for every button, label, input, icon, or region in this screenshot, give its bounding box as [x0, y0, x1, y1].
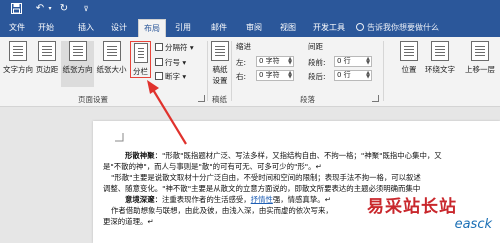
- spacing-after-value: 0 行: [337, 71, 351, 79]
- title-bar: ↶ ▾ ↻ ⊽: [0, 0, 500, 19]
- ribbon-tabs: 文件 开始 插入 设计 布局 引用 邮件 审阅 视图 开发工具 告诉我你想要做什…: [0, 19, 500, 37]
- doc-line-1-text: ："形散"既指题材广泛、写法多样，又指结构自由、不拘一格；"神聚"既指中心集中，…: [154, 151, 442, 160]
- draft-label-line2: 设置: [212, 76, 228, 85]
- spacing-before-input[interactable]: 0 行 ▲ ▼: [334, 56, 372, 67]
- paragraph-group-label: 段落: [300, 95, 315, 104]
- margins-label: 页边距: [35, 65, 59, 74]
- save-icon[interactable]: [10, 3, 22, 15]
- tab-file[interactable]: 文件: [6, 19, 28, 37]
- indent-title: 缩进: [236, 42, 251, 51]
- paragraph-launcher-icon[interactable]: [372, 95, 379, 102]
- indent-right-input[interactable]: 0 字符 ▲ ▼: [256, 70, 294, 81]
- orientation-label: 纸张方向: [62, 65, 93, 74]
- tell-me-text: 告诉我你想要做什么: [367, 23, 439, 32]
- tab-review[interactable]: 审阅: [242, 19, 266, 37]
- annotation-highlight-box: [130, 41, 151, 78]
- doc-line-6: 作者借助想象与联想，由此及彼，由浅入深，由实而虚的依次写来，: [111, 206, 333, 215]
- spacing-before-value: 0 行: [337, 57, 351, 65]
- wrap-text-label: 环绕文字: [425, 65, 455, 74]
- tab-insert[interactable]: 插入: [74, 19, 98, 37]
- tell-me-search[interactable]: 告诉我你想要做什么: [356, 19, 439, 37]
- breaks-icon: [155, 43, 163, 51]
- page-setup-group-label: 页面设置: [78, 95, 108, 104]
- indent-left-input[interactable]: 0 字符 ▲ ▼: [256, 56, 294, 67]
- wrap-text-icon: [431, 41, 449, 61]
- draft-group-label: 稿纸: [212, 95, 227, 104]
- orientation-icon: [68, 41, 87, 61]
- text-direction-icon: [9, 41, 27, 61]
- group-separator: [383, 41, 384, 101]
- tab-design[interactable]: 设计: [107, 19, 131, 37]
- line-numbers-button[interactable]: 行号 ▾: [155, 57, 186, 68]
- document-area: 形散神聚："形散"既指题材广泛、写法多样，又指结构自由、不拘一格；"神聚"既指中…: [0, 107, 500, 243]
- indent-right-label: 右:: [236, 72, 247, 81]
- bring-forward-icon: [471, 41, 489, 61]
- doc-line-7: 更深的道理。↵: [103, 217, 154, 226]
- hyphenation-label: 断字: [165, 72, 180, 81]
- spin-arrows-icon[interactable]: ▲ ▼: [366, 71, 370, 80]
- draft-settings-button[interactable]: 稿纸 设置: [208, 41, 232, 87]
- tab-developer[interactable]: 开发工具: [309, 19, 349, 37]
- heading-form-scatter: 形散神聚: [125, 151, 155, 160]
- doc-line-5-text-b: 强，情感真挚。↵: [272, 195, 331, 204]
- size-label: 纸张大小: [96, 65, 127, 74]
- hyphenation-button[interactable]: 断字 ▾: [155, 71, 186, 82]
- spacing-after-input[interactable]: 0 行 ▲ ▼: [334, 70, 372, 81]
- position-label: 位置: [401, 65, 417, 74]
- indent-right-value: 0 字符: [259, 71, 280, 79]
- size-icon: [102, 41, 121, 61]
- spacing-before-label: 段前:: [308, 58, 326, 67]
- tab-view[interactable]: 视图: [276, 19, 300, 37]
- undo-dropdown-icon[interactable]: ▾: [44, 3, 56, 15]
- breaks-button[interactable]: 分隔符 ▾: [155, 42, 194, 53]
- spin-arrows-icon[interactable]: ▲ ▼: [288, 57, 292, 66]
- wrap-text-button[interactable]: 环绕文字: [423, 41, 457, 87]
- indent-left-value: 0 字符: [259, 57, 280, 65]
- redo-icon[interactable]: ↻: [58, 3, 70, 15]
- ribbon-layout: 文字方向 页边距 纸张方向 纸张大小 分栏 分隔符 ▾ 行号 ▾ 断字 ▾ 页面…: [0, 37, 500, 107]
- document-page[interactable]: 形散神聚："形散"既指题材广泛、写法多样，又指结构自由、不拘一格；"神聚"既指中…: [93, 121, 500, 243]
- lyricism-link[interactable]: 抒情性: [251, 195, 273, 204]
- doc-line-3: "形散"主要是说散文取材十分广泛自由，不受时间和空间的限制；表现手法不拘一格，可…: [111, 173, 421, 182]
- orientation-button[interactable]: 纸张方向: [61, 41, 94, 87]
- indent-left-label: 左:: [236, 58, 247, 67]
- draft-label-line1: 稿纸: [212, 65, 228, 74]
- customize-qat-icon[interactable]: ⊽: [80, 3, 92, 15]
- spacing-title: 间距: [308, 42, 323, 51]
- position-button[interactable]: 位置: [398, 41, 420, 87]
- size-button[interactable]: 纸张大小: [95, 41, 128, 87]
- margin-corner-mark: [115, 133, 124, 142]
- margins-icon: [38, 41, 56, 61]
- heading-deep-mood: 意境深邃: [125, 195, 155, 204]
- doc-line-5-text-a: ：注重表现作者的生活感受，: [154, 195, 251, 204]
- tab-layout[interactable]: 布局: [138, 19, 166, 37]
- doc-line-4: 调整、随意变化。"神不散"主要是从散文的立意方面说的，即散文所要表达的主题必须明…: [103, 184, 421, 193]
- bring-forward-button[interactable]: 上移一层: [461, 41, 499, 87]
- text-direction-label: 文字方向: [3, 65, 33, 74]
- tab-home[interactable]: 开始: [34, 19, 58, 37]
- page-setup-launcher-icon[interactable]: [198, 95, 205, 102]
- margins-button[interactable]: 页边距: [34, 41, 60, 87]
- doc-line-1: 形散神聚："形散"既指题材广泛、写法多样，又指结构自由、不拘一格；"神聚"既指中…: [125, 151, 442, 161]
- bring-forward-label: 上移一层: [465, 65, 495, 74]
- spacing-after-label: 段后:: [308, 72, 326, 81]
- draft-paper-icon: [211, 41, 229, 61]
- doc-line-5: 意境深邃：注重表现作者的生活感受，抒情性强，情感真挚。↵: [125, 195, 331, 205]
- text-direction-button[interactable]: 文字方向: [2, 41, 34, 87]
- spin-arrows-icon[interactable]: ▲ ▼: [366, 57, 370, 66]
- line-numbers-label: 行号: [165, 58, 180, 67]
- breaks-label: 分隔符: [165, 43, 188, 52]
- spin-arrows-icon[interactable]: ▲ ▼: [288, 71, 292, 80]
- doc-line-2: 是"不散的神"，而人与事则是"散"的可有可无、可多可少的"形"。↵: [103, 162, 322, 171]
- group-separator: [231, 41, 232, 101]
- tab-references[interactable]: 引用: [171, 19, 195, 37]
- line-numbers-icon: [155, 58, 163, 66]
- tab-mailings[interactable]: 邮件: [207, 19, 231, 37]
- position-icon: [400, 41, 418, 61]
- hyphenation-icon: [155, 72, 163, 80]
- lightbulb-icon: [356, 23, 364, 31]
